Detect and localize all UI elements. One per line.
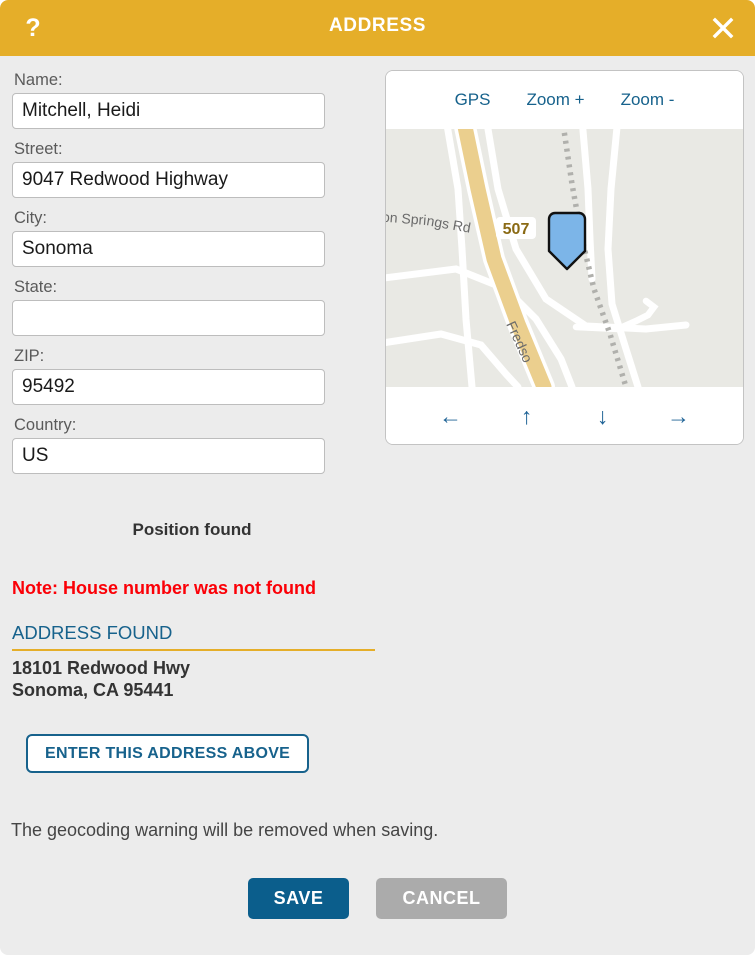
zip-label: ZIP: <box>14 347 45 365</box>
geocoding-hint-text: The geocoding warning will be removed wh… <box>11 820 439 840</box>
zip-input[interactable] <box>12 369 325 405</box>
map-pan-controls: ← ↑ ↓ → <box>386 387 743 444</box>
city-label: City: <box>14 209 47 227</box>
address-found-heading: ADDRESS FOUND <box>12 622 375 651</box>
address-found-line1: 18101 Redwood Hwy <box>12 658 191 678</box>
geocoding-warning: Note: House number was not found <box>12 578 316 598</box>
position-found-status: Position found <box>132 520 252 539</box>
gps-button[interactable]: GPS <box>455 90 491 110</box>
dialog-titlebar: ? ADDRESS <box>0 0 755 56</box>
name-label: Name: <box>14 71 63 89</box>
pan-up-button[interactable]: ↑ <box>504 402 550 430</box>
cancel-button[interactable]: CANCEL <box>376 878 507 919</box>
street-input[interactable] <box>12 162 325 198</box>
street-label: Street: <box>14 140 63 158</box>
pan-left-button[interactable]: ← <box>428 402 474 430</box>
dialog-footer: SAVE CANCEL <box>0 878 755 919</box>
save-button[interactable]: SAVE <box>248 878 349 919</box>
pan-right-button[interactable]: → <box>656 402 702 430</box>
map-panel: GPS Zoom + Zoom - 507 n Springs Rd Freds… <box>385 70 744 445</box>
map-toolbar: GPS Zoom + Zoom - <box>386 71 743 129</box>
state-label: State: <box>14 278 58 296</box>
city-input[interactable] <box>12 231 325 267</box>
address-dialog: ? ADDRESS Name: Street: City: State: ZIP… <box>0 0 755 955</box>
name-input[interactable] <box>12 93 325 129</box>
map-canvas[interactable]: 507 tton Springs Rd Fredso <box>386 129 743 387</box>
state-input[interactable] <box>12 300 325 336</box>
address-form: Name: Street: City: State: ZIP: Country: <box>12 70 332 484</box>
close-icon[interactable] <box>707 12 739 44</box>
zoom-out-button[interactable]: Zoom - <box>621 90 675 110</box>
address-found-line2: Sonoma, CA 95441 <box>12 680 174 700</box>
zoom-in-button[interactable]: Zoom + <box>526 90 584 110</box>
page-title: ADDRESS <box>328 15 427 36</box>
address-found-value: 18101 Redwood Hwy Sonoma, CA 95441 <box>12 657 190 701</box>
country-label: Country: <box>14 416 77 434</box>
country-input[interactable] <box>12 438 325 474</box>
pan-down-button[interactable]: ↓ <box>580 402 626 430</box>
map-road-shield-label: 507 <box>503 221 530 238</box>
enter-this-address-button[interactable]: ENTER THIS ADDRESS ABOVE <box>26 734 310 773</box>
